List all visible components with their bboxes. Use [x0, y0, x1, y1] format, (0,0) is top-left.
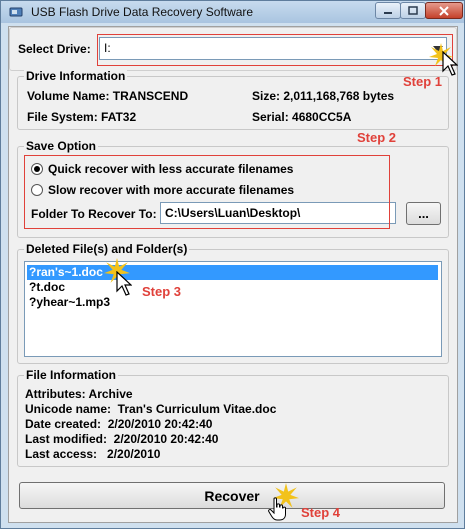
- close-icon: [439, 5, 449, 16]
- browse-button[interactable]: ...: [406, 202, 441, 225]
- last-access: Last access: 2/20/2010: [25, 447, 161, 461]
- date-created: Date created: 2/20/2010 20:42:40: [25, 417, 213, 431]
- step4-label: Step 4: [301, 505, 341, 520]
- minimize-icon: [384, 11, 392, 14]
- step2-highlight: [24, 155, 390, 229]
- last-modified: Last modified: 2/20/2010 20:42:40: [25, 432, 219, 446]
- step1-highlight: [97, 34, 453, 66]
- client-area: Select Drive: I: Drive Information Volum…: [8, 26, 458, 523]
- step2-label: Step 2: [357, 130, 397, 145]
- deleted-files-list[interactable]: ?ran's~1.doc ?t.doc ?yhear~1.mp3: [24, 261, 442, 357]
- maximize-button[interactable]: [400, 2, 426, 19]
- list-item[interactable]: ?yhear~1.mp3: [27, 295, 110, 310]
- maximize-icon: [408, 6, 418, 15]
- list-item[interactable]: ?ran's~1.doc: [27, 265, 438, 280]
- title-bar[interactable]: USB Flash Drive Data Recovery Software: [1, 1, 464, 23]
- save-option-legend: Save Option: [24, 139, 99, 153]
- list-item[interactable]: ?t.doc: [27, 280, 65, 295]
- minimize-button[interactable]: [375, 2, 401, 19]
- close-button[interactable]: [425, 2, 463, 19]
- drive-size: Size: 2,011,168,768 bytes: [252, 89, 395, 103]
- pointer-cursor-icon: [116, 271, 132, 296]
- attributes: Attributes: Archive: [25, 387, 133, 401]
- unicode-name: Unicode name: Tran's Curriculum Vitae.do…: [25, 402, 277, 416]
- pointer-cursor-icon: [442, 51, 458, 76]
- serial-number: Serial: 4680CC5A: [252, 110, 352, 124]
- drive-info-legend: Drive Information: [24, 69, 128, 83]
- app-icon: [9, 7, 23, 17]
- hand-cursor-icon: [268, 497, 286, 521]
- app-window: USB Flash Drive Data Recovery Software S…: [0, 0, 465, 529]
- step1-label: Step 1: [403, 74, 443, 89]
- step3-label: Step 3: [142, 284, 182, 299]
- deleted-files-legend: Deleted File(s) and Folder(s): [24, 242, 190, 256]
- recover-button[interactable]: Recover: [19, 482, 445, 509]
- volume-name: Volume Name: TRANSCEND: [27, 89, 189, 103]
- window-title: USB Flash Drive Data Recovery Software: [31, 5, 254, 19]
- file-system: File System: FAT32: [27, 110, 137, 124]
- select-drive-label: Select Drive:: [18, 42, 91, 56]
- file-info-legend: File Information: [24, 368, 118, 382]
